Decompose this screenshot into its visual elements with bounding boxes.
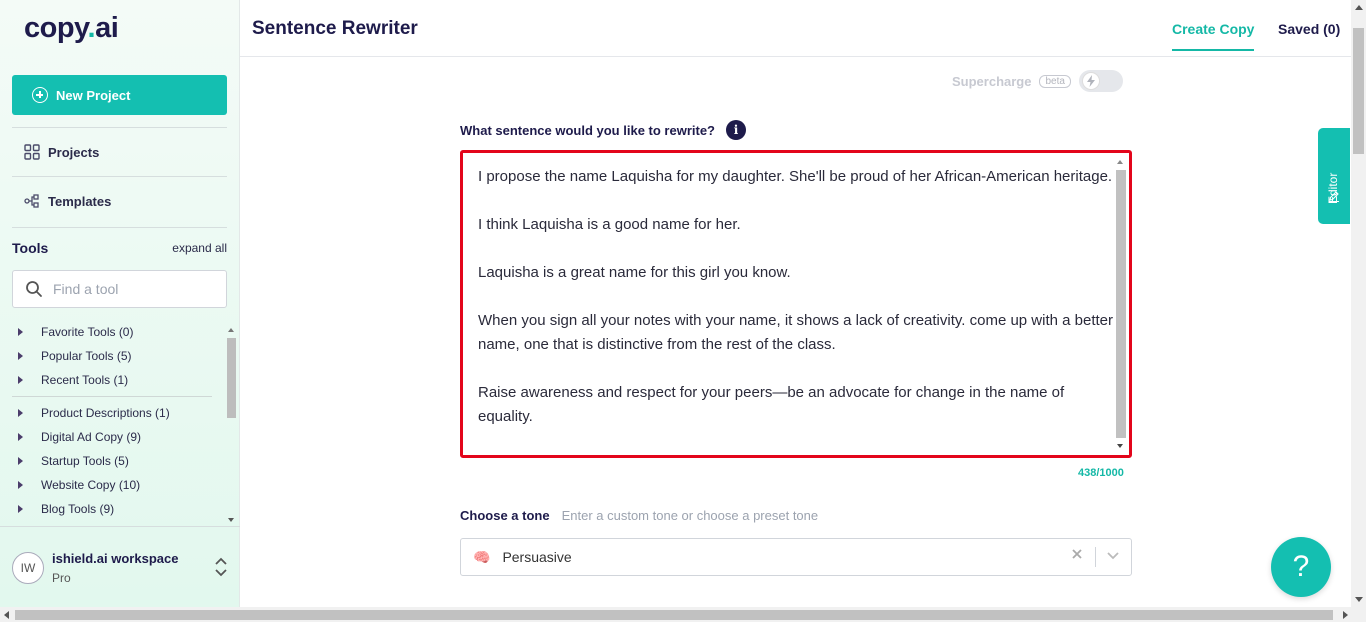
scroll-left-icon[interactable]: [4, 611, 9, 619]
templates-label: Templates: [48, 193, 112, 209]
caret-right-icon: [18, 376, 23, 384]
tool-category-popular[interactable]: Popular Tools (5): [18, 349, 132, 363]
rewrite-question-label: What sentence would you like to rewrite?…: [460, 120, 746, 140]
scroll-right-icon[interactable]: [1343, 611, 1348, 619]
character-counter: 438/1000: [1078, 467, 1124, 479]
caret-right-icon: [18, 352, 23, 360]
caret-right-icon: [18, 433, 23, 441]
tone-value: Persuasive: [502, 549, 572, 565]
sentence-textarea[interactable]: I propose the name Laquisha for my daugh…: [460, 150, 1132, 458]
scrollbar-thumb[interactable]: [15, 610, 1333, 620]
question-text: What sentence would you like to rewrite?: [460, 122, 715, 138]
workspace-plan: Pro: [52, 571, 71, 585]
tool-category-label: Startup Tools (5): [41, 454, 129, 468]
tool-category-website-copy[interactable]: Website Copy (10): [18, 478, 140, 492]
templates-icon: [24, 194, 39, 208]
scrollbar-thumb[interactable]: [227, 338, 236, 418]
scroll-up-icon[interactable]: [1117, 160, 1123, 164]
new-project-label: New Project: [56, 87, 131, 103]
supercharge-label: Supercharge: [952, 73, 1032, 89]
lightning-icon: [1086, 75, 1095, 87]
scroll-up-icon[interactable]: [228, 328, 234, 332]
expand-all-link[interactable]: expand all: [172, 241, 227, 255]
page-vertical-scrollbar[interactable]: [1351, 0, 1366, 607]
avatar: IW: [12, 552, 44, 584]
copyai-logo[interactable]: copy.ai: [24, 12, 119, 45]
textarea-scrollbar[interactable]: [1115, 156, 1126, 452]
tool-list-scrollbar[interactable]: [226, 326, 236, 524]
help-button[interactable]: ?: [1271, 537, 1331, 597]
tool-category-digital-ad-copy[interactable]: Digital Ad Copy (9): [18, 430, 141, 444]
beta-badge: beta: [1039, 74, 1071, 88]
scroll-down-icon[interactable]: [1355, 597, 1363, 602]
tone-select[interactable]: 🧠 Persuasive: [460, 538, 1132, 576]
page-title: Sentence Rewriter: [252, 18, 418, 39]
tool-category-label: Product Descriptions (1): [41, 406, 170, 420]
caret-right-icon: [18, 328, 23, 336]
info-icon[interactable]: i: [726, 120, 746, 140]
tool-category-label: Blog Tools (9): [41, 502, 115, 516]
sidebar: copy.ai New Project Projects Templates T…: [0, 0, 240, 607]
clear-icon[interactable]: [1071, 548, 1083, 560]
tool-category-label: Popular Tools (5): [41, 349, 132, 363]
search-icon: [26, 281, 42, 297]
tone-label: Choose a tone Enter a custom tone or cho…: [460, 508, 818, 523]
tool-category-product-descriptions[interactable]: Product Descriptions (1): [18, 406, 170, 420]
brain-icon: 🧠: [473, 548, 491, 565]
tool-list: Favorite Tools (0) Popular Tools (5) Rec…: [12, 320, 225, 524]
tools-title: Tools: [12, 240, 49, 256]
tool-category-blog-tools[interactable]: Blog Tools (9): [18, 502, 114, 516]
plus-circle-icon: [32, 87, 48, 103]
select-separator: [1095, 547, 1096, 567]
page-horizontal-scrollbar[interactable]: [0, 607, 1366, 622]
sentence-text[interactable]: I propose the name Laquisha for my daugh…: [478, 165, 1113, 429]
caret-right-icon: [18, 481, 23, 489]
tool-category-favorite[interactable]: Favorite Tools (0): [18, 325, 133, 339]
supercharge-control: Supercharge beta: [952, 70, 1123, 92]
grid-icon: [24, 144, 40, 160]
workspace-switcher[interactable]: IW ishield.ai workspace Pro: [0, 526, 240, 607]
tool-category-label: Digital Ad Copy (9): [41, 430, 142, 444]
divider: [12, 176, 227, 177]
scrollbar-thumb[interactable]: [1116, 170, 1126, 438]
chevron-up-down-icon[interactable]: [214, 557, 228, 577]
tool-category-recent[interactable]: Recent Tools (1): [18, 373, 128, 387]
supercharge-toggle[interactable]: [1078, 70, 1123, 92]
workspace-name: ishield.ai workspace: [52, 551, 179, 566]
scroll-down-icon[interactable]: [1117, 444, 1123, 448]
tool-category-startup-tools[interactable]: Startup Tools (5): [18, 454, 129, 468]
divider: [12, 127, 227, 128]
tone-hint: Enter a custom tone or choose a preset t…: [561, 508, 819, 523]
chevron-down-icon[interactable]: [1106, 551, 1120, 561]
new-project-button[interactable]: New Project: [12, 75, 227, 115]
caret-right-icon: [18, 409, 23, 417]
tools-header: Tools expand all: [12, 240, 227, 256]
scroll-down-icon[interactable]: [228, 518, 234, 522]
search-input[interactable]: [53, 281, 213, 297]
tone-title: Choose a tone: [460, 508, 550, 523]
tool-category-label: Favorite Tools (0): [41, 325, 134, 339]
caret-right-icon: [18, 505, 23, 513]
scrollbar-thumb[interactable]: [1353, 28, 1364, 154]
sidebar-item-templates[interactable]: Templates: [24, 193, 111, 209]
tool-category-label: Website Copy (10): [41, 478, 141, 492]
toggle-knob: [1081, 72, 1100, 90]
tool-category-label: Recent Tools (1): [41, 373, 129, 387]
projects-label: Projects: [48, 144, 100, 160]
header: Sentence Rewriter Create Copy Saved (0): [240, 0, 1351, 57]
divider: [12, 227, 227, 228]
tool-search[interactable]: [12, 270, 227, 308]
scroll-up-icon[interactable]: [1355, 5, 1363, 10]
divider: [12, 396, 212, 397]
tab-saved[interactable]: Saved (0): [1278, 21, 1340, 37]
editor-tab[interactable]: Editor: [1318, 128, 1350, 224]
sidebar-item-projects[interactable]: Projects: [24, 144, 99, 160]
caret-right-icon: [18, 457, 23, 465]
editor-tab-label: Editor: [1326, 172, 1340, 204]
tab-create-copy[interactable]: Create Copy: [1172, 21, 1255, 51]
